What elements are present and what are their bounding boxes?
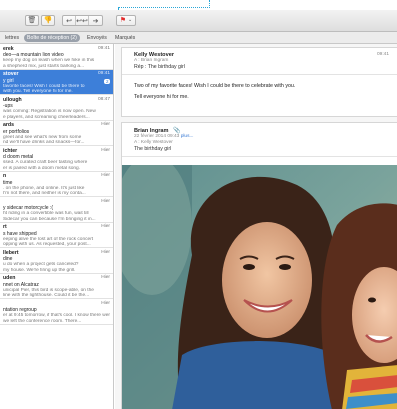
message-body: Two of my favorite faces! Wish I could b… [122,75,397,109]
message-list-preview: with you. Tell everyone hi for me. [3,89,73,95]
message-header: Brian Ingram 📎 22 février 2014 09:43 plu… [122,123,397,157]
message-list-preview: er at 9:45 tomorrow, if that's cool. I k… [3,313,110,318]
message-list-item[interactable]: n Hier time. on the phone, and online. It'… [0,172,113,197]
forward-button[interactable]: ➔ [89,16,102,25]
message-list-preview: nd we'll have drinks and snacks—for... [3,140,85,146]
message-list-item[interactable]: ichter Hier d doom metal ssed. A curated cr… [0,146,113,172]
favorites-bar: lettres Boîte de réception (2) Envoyés M… [0,32,397,44]
message-list-time: 09:41 [97,45,110,51]
message-list-preview: my house. We're firing up the grill. [3,267,76,273]
message-list-preview: line with the lighthouse. Could it be th… [3,293,90,299]
reply-button[interactable]: ↩ [63,16,76,25]
message-list-preview: we left the conference room. There... [3,318,82,324]
message-list-item[interactable]: uden Hier nnet on Alcatraz unicipal Pier, t… [0,274,113,299]
message-list-time: Hier [101,249,110,255]
flag-button[interactable]: ⚑ ⌄ [116,15,136,26]
forward-icon: ➔ [92,17,99,25]
reply-all-icon: ↩↩ [76,17,88,25]
message-list-time: 08:47 [97,96,110,102]
message-list-time: Hier [101,122,110,127]
message-list-item[interactable]: Hier y sidecar motorcycle :(ht riding in … [0,197,113,223]
reply-icon: ↩ [66,17,72,25]
message-time: 09:41 [376,52,389,57]
message-list-preview: e players, and screaming cheerleaders... [3,114,90,120]
message-list-preview: Sidecar you can because I'm bringing it … [3,216,96,222]
message-list-time: Hier [101,224,110,229]
callout-line-top [118,0,210,8]
message-list-preview: keep my dog on leash when we hike in thi… [3,58,95,63]
junk-button[interactable]: 👎 [41,15,55,26]
message-body-line: Two of my favorite faces! Wish I could b… [134,82,296,89]
favorite-letters[interactable]: lettres [2,34,22,42]
toolbar: 🗑 👎 ↩ ↩↩ ➔ ⚑ ⌄ [0,10,397,32]
message-list: erek 09:41 deo—a mountain lion video keep m… [0,44,114,409]
message-list-time: Hier [101,275,110,280]
message-list-item[interactable]: ards Hier er portfolios greet and see what'… [0,121,113,146]
message-list-time: 09:41 [97,71,110,76]
trash-icon: 🗑 [27,17,37,24]
message-list-item[interactable]: stover 09:41 2 y girl favorite faces! Wish I… [0,69,113,95]
favorite-inbox[interactable]: Boîte de réception (2) [24,34,80,42]
attached-photo[interactable] [122,165,397,409]
message-list-preview: er is paired with a doom metal song. [3,165,81,171]
message-subject: The birthday girl [134,146,172,152]
message-sender-row: Brian Ingram 📎 [134,127,385,134]
message-list-time: Hier [101,198,110,204]
message-date-text: 22 février 2014 09:43 [134,134,180,139]
message-list-item[interactable]: Hier ntation regroup er at 9:45 tomorrow, … [0,299,113,325]
reply-all-button[interactable]: ↩↩ [76,16,89,25]
message-card: Brian Ingram 📎 22 février 2014 09:43 plu… [121,122,397,409]
message-list-item[interactable]: erek 09:41 deo—a mountain lion video keep m… [0,44,113,70]
delete-button[interactable]: 🗑 [25,15,39,26]
reply-group: ↩ ↩↩ ➔ [62,15,103,26]
message-list-preview: was coming: Registration is now open. Ne… [3,109,96,114]
thumbs-down-icon: 👎 [43,17,53,24]
more-link[interactable]: plus... [181,134,194,139]
message-list-preview: opping with us. As requested, your post.… [3,242,91,248]
favorite-sent[interactable]: Envoyés [84,34,110,42]
message-card: Kelly Westover A : Brian Ingram Rép : Th… [121,47,397,117]
favorite-flagged[interactable]: Marqués [112,34,138,42]
message-list-time: Hier [101,300,110,306]
message-list-time: Hier [101,173,110,178]
message-header: Kelly Westover A : Brian Ingram Rép : Th… [122,48,397,75]
message-list-time: Hier [101,147,110,153]
message-body-line: Tell everyone hi for me. [134,93,189,100]
thread-count-badge: 2 [104,78,110,84]
message-list-item[interactable]: ullough 08:47 -ups was coming: Registration… [0,95,113,121]
message-subject: Rép : The birthday girl [134,64,185,70]
message-list-item[interactable]: rt Hier s have shipped eeping alive the los… [0,223,113,248]
photo-illustration [122,165,397,409]
message-list-preview: I'm not there, and neither is my conta..… [3,191,86,197]
chevron-down-icon: ⌄ [128,17,133,23]
message-list-item[interactable]: llebert Hier dine u do when a project gets … [0,248,113,274]
reading-pane: Kelly Westover A : Brian Ingram Rép : Th… [115,44,397,409]
flag-icon: ⚑ [119,17,127,24]
message-list-preview: a shepherd mix, just starts barking a... [3,63,85,69]
